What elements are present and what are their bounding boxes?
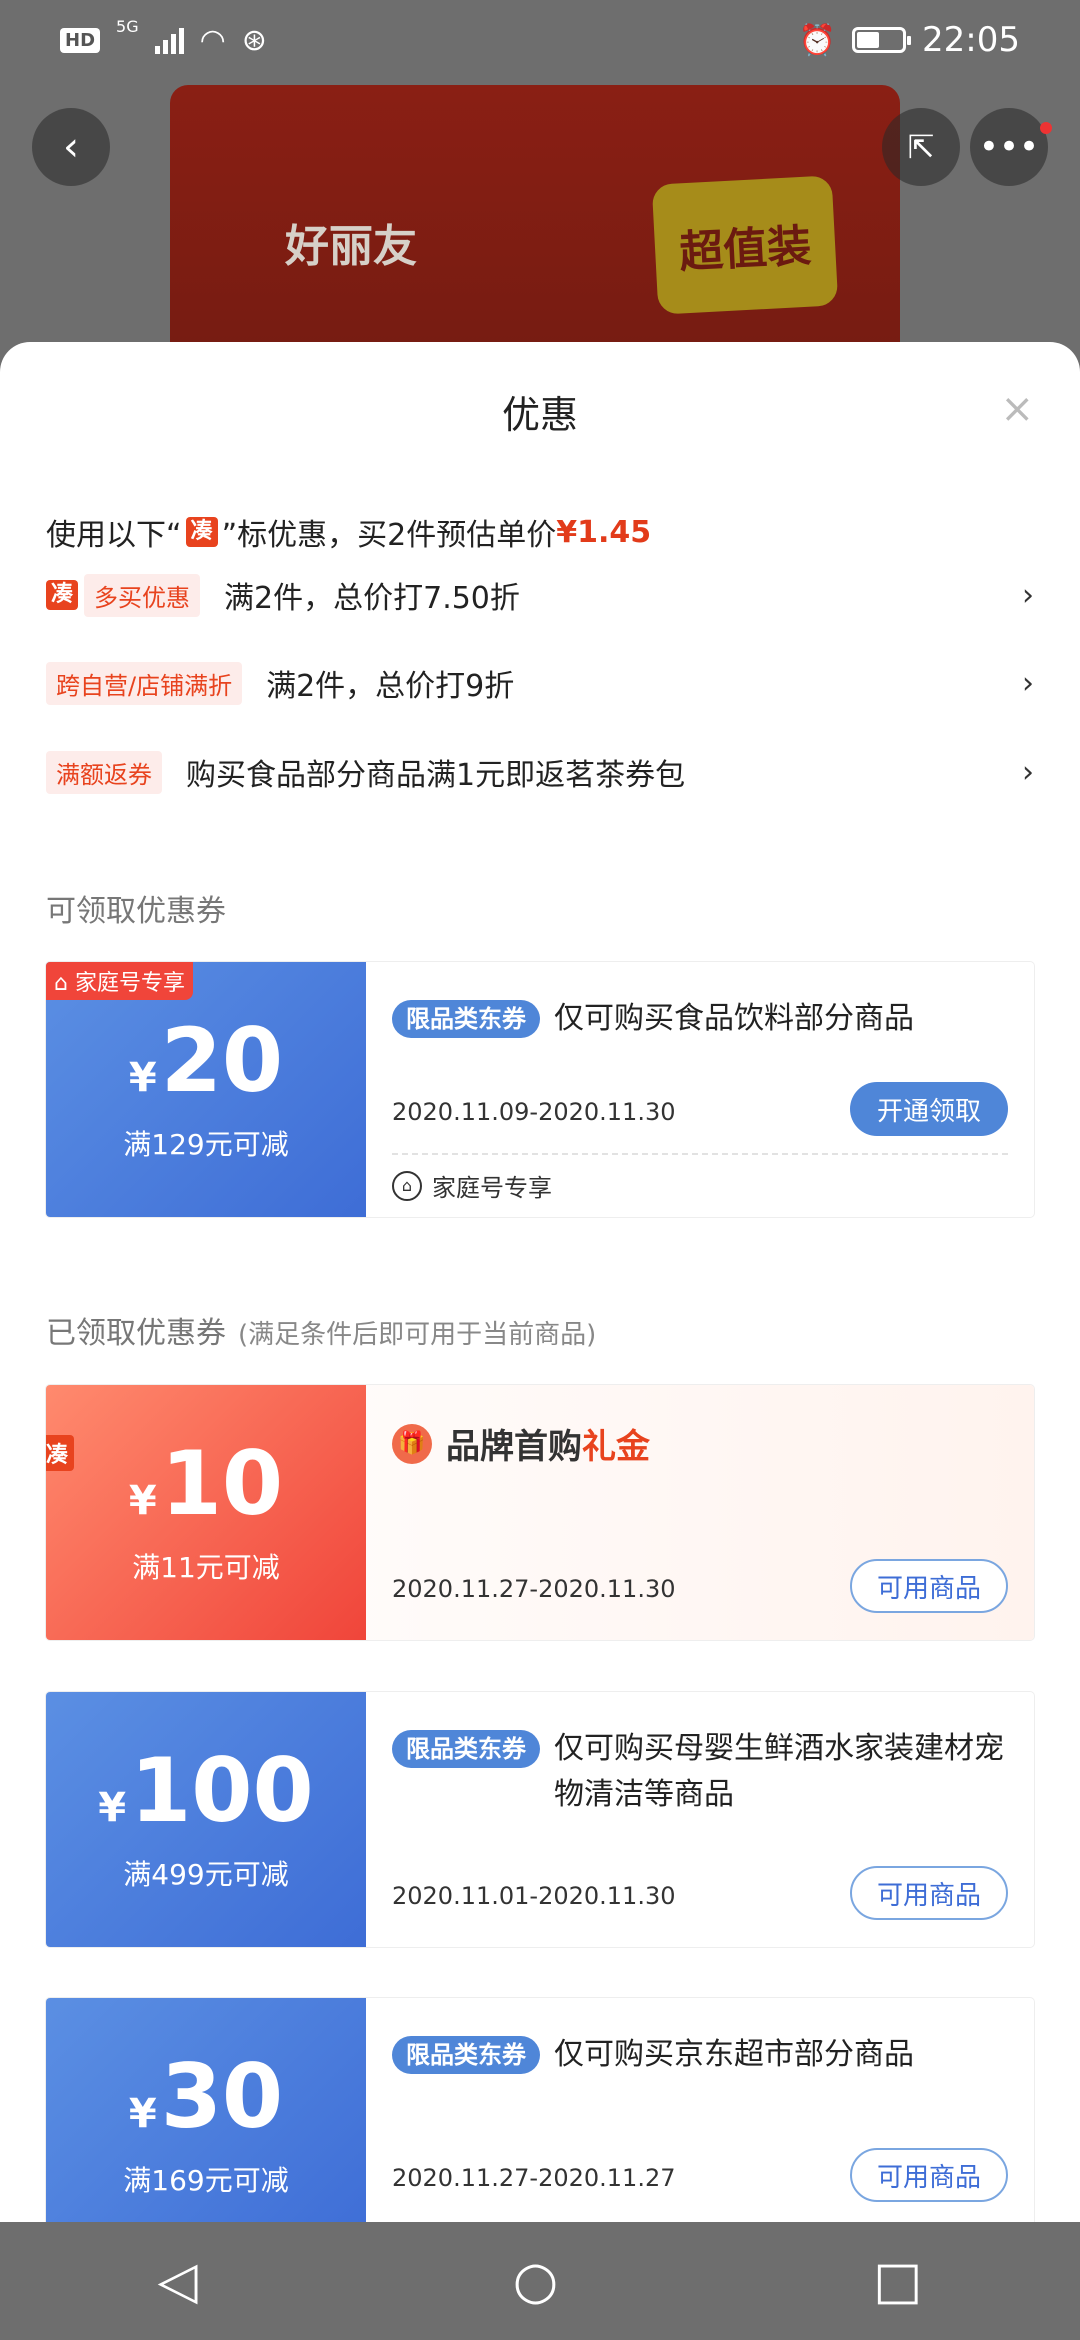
- promo-row-multi-buy[interactable]: 凑 多买优惠 满2件，总价打7.50折 ›: [46, 570, 1034, 620]
- coupon-desc: 仅可购买母婴生鲜酒水家装建材宠物清洁等商品: [554, 1731, 1004, 1812]
- divider: [392, 1153, 1008, 1155]
- claimed-title-text: 已领取优惠券: [46, 1316, 226, 1351]
- headline-prefix: 使用以下“: [46, 518, 182, 553]
- signal-icon: [154, 26, 184, 54]
- claimed-subtitle: (满足条件后即可用于当前商品): [238, 1320, 597, 1350]
- status-bar: HD 5G ◠ ⊛ ⏰ 22:05: [0, 0, 1080, 80]
- coupon-amount: 20: [160, 1008, 284, 1112]
- yen-symbol: ¥: [128, 1054, 157, 1101]
- brand-gift-title: 🎁 品牌首购礼金: [392, 1419, 1008, 1468]
- close-icon[interactable]: ×: [1000, 386, 1034, 432]
- coupon-date: 2020.11.27-2020.11.27: [392, 2164, 676, 2192]
- coupon-date: 2020.11.27-2020.11.30: [392, 1575, 676, 1603]
- hd-badge: HD: [60, 27, 101, 53]
- promo-tag: 跨自营/店铺满折: [46, 661, 243, 705]
- coupon-card: ⌂ 家庭号专享 ¥20 满129元可减 限品类东券 仅可购买食品饮料部分商品 2…: [46, 962, 1034, 1217]
- status-time: 22:05: [922, 20, 1020, 60]
- coupon-condition: 满169元可减: [123, 2163, 289, 2197]
- battery-icon: [852, 27, 912, 53]
- brand-accent: 礼金: [582, 1427, 650, 1467]
- eligible-items-button[interactable]: 可用商品: [850, 1559, 1008, 1613]
- promotions-sheet: 优惠 × 使用以下“ 凑 ”标优惠，买2件预估单价 ¥1.45 凑 多买优惠 满…: [0, 342, 1080, 2222]
- family-row: ⌂ 家庭号专享: [392, 1168, 552, 1203]
- activate-claim-button[interactable]: 开通领取: [850, 1082, 1008, 1136]
- product-stamp-text: 超值装: [651, 175, 839, 315]
- cou-badge: 凑: [185, 517, 218, 547]
- promo-tag: 满额返券: [46, 750, 162, 794]
- family-label: 家庭号专享: [432, 1174, 552, 1202]
- system-nav-bar: ◁ ○ □: [0, 2222, 1080, 2340]
- yen-symbol: ¥: [128, 2090, 157, 2137]
- cou-badge: 凑: [46, 1435, 75, 1471]
- nav-home-icon[interactable]: ○: [513, 2251, 558, 2311]
- chevron-right-icon: ›: [1022, 754, 1034, 790]
- category-tag: 限品类东券: [392, 1000, 540, 1038]
- chevron-right-icon: ›: [1022, 665, 1034, 701]
- coupon-date: 2020.11.09-2020.11.30: [392, 1098, 676, 1126]
- coupon-card: ¥30 满169元可减 限品类东券 仅可购买京东超市部分商品 2020.11.2…: [46, 1998, 1034, 2222]
- category-tag: 限品类东券: [392, 2036, 540, 2074]
- coupon-condition: 满129元可减: [123, 1127, 289, 1161]
- back-button[interactable]: ‹: [32, 108, 110, 186]
- promo-headline: 使用以下“ 凑 ”标优惠，买2件预估单价 ¥1.45: [46, 510, 651, 554]
- alarm-icon: ⏰: [798, 22, 837, 58]
- coupon-card: ¥100 满499元可减 限品类东券 仅可购买母婴生鲜酒水家装建材宠物清洁等商品…: [46, 1692, 1034, 1947]
- network-label: 5G: [116, 16, 139, 36]
- promo-text: 购买食品部分商品满1元即返茗茶券包: [186, 758, 686, 793]
- sheet-title: 优惠: [501, 393, 578, 437]
- family-exclusive-badge: ⌂ 家庭号专享: [46, 962, 193, 1000]
- coupon-amount: 100: [130, 1738, 314, 1842]
- cou-badge: 凑: [46, 580, 79, 610]
- promo-row-cross-store[interactable]: 跨自营/店铺满折 满2件，总价打9折 ›: [46, 658, 1034, 708]
- promo-text: 满2件，总价打9折: [266, 669, 515, 704]
- more-icon: •••: [978, 127, 1040, 167]
- coupon-amount: 10: [160, 1431, 284, 1535]
- coupon-condition: 满499元可减: [123, 1857, 289, 1891]
- gift-icon: 🎁: [392, 1423, 432, 1464]
- nav-back-icon[interactable]: ◁: [158, 2251, 198, 2311]
- yen-symbol: ¥: [128, 1477, 157, 1524]
- eligible-items-button[interactable]: 可用商品: [850, 2148, 1008, 2202]
- coupon-value: 凑 ¥10 满11元可减: [46, 1385, 366, 1640]
- chevron-right-icon: ›: [1022, 577, 1034, 613]
- coupon-value: ¥30 满169元可减: [46, 1998, 366, 2222]
- available-coupons-title: 可领取优惠券: [46, 894, 226, 929]
- coupon-condition: 满11元可减: [132, 1550, 280, 1584]
- wifi-icon: ◠: [199, 22, 226, 58]
- yen-symbol: ¥: [98, 1784, 127, 1831]
- promo-text: 满2件，总价打7.50折: [224, 581, 520, 616]
- promo-tag: 多买优惠: [84, 573, 201, 617]
- coupon-card: 凑 ¥10 满11元可减 🎁 品牌首购礼金 2020.11.27-2020.11…: [46, 1385, 1034, 1640]
- sync-icon: ⊛: [241, 22, 267, 58]
- home-icon: ⌂: [392, 1170, 422, 1201]
- eligible-items-button[interactable]: 可用商品: [850, 1866, 1008, 1920]
- coupon-desc: 仅可购买京东超市部分商品: [554, 2037, 914, 2072]
- more-button[interactable]: •••: [970, 108, 1048, 186]
- coupon-date: 2020.11.01-2020.11.30: [392, 1882, 676, 1910]
- share-button[interactable]: ⇱: [882, 108, 960, 186]
- nav-recent-icon[interactable]: □: [873, 2251, 922, 2311]
- category-tag: 限品类东券: [392, 1730, 540, 1768]
- coupon-value: ¥100 满499元可减: [46, 1692, 366, 1947]
- claimed-coupons-title: 已领取优惠券 (满足条件后即可用于当前商品): [46, 1308, 596, 1352]
- share-icon: ⇱: [907, 128, 935, 166]
- notification-dot: [1040, 122, 1052, 134]
- headline-suffix: ”标优惠，买2件预估单价: [221, 518, 557, 553]
- estimated-price: ¥1.45: [556, 514, 652, 550]
- coupon-value: ⌂ 家庭号专享 ¥20 满129元可减: [46, 962, 366, 1217]
- coupon-desc: 仅可购买食品饮料部分商品: [554, 1001, 914, 1036]
- product-brand-text: 好丽友: [285, 221, 417, 272]
- back-icon: ‹: [63, 124, 79, 170]
- coupon-amount: 30: [160, 2044, 284, 2148]
- brand-title: 品牌首购: [446, 1427, 582, 1467]
- promo-row-rebate[interactable]: 满额返券 购买食品部分商品满1元即返茗茶券包 ›: [46, 747, 1034, 797]
